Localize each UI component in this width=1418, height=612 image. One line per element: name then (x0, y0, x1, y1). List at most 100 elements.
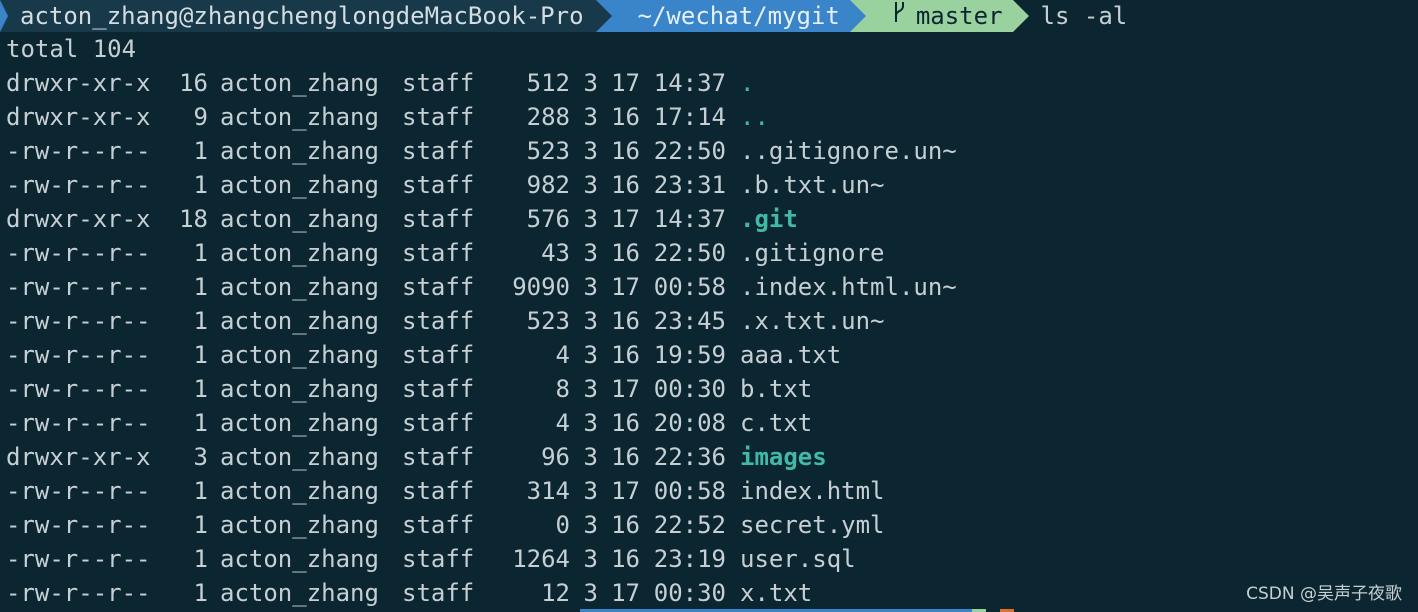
group-cell: staff (402, 375, 475, 403)
day-cell: 17 (611, 375, 640, 403)
prompt-user-host-segment: acton_zhang@zhangchenglongdeMacBook-Pro (0, 0, 596, 32)
month-cell: 3 (583, 103, 598, 131)
month-cell: 3 (583, 69, 598, 97)
group-cell: staff (402, 511, 475, 539)
listing-row: -rw-r--r-- 1 acton_zhang staff 8 3 17 00:30 b.tx… (6, 372, 1418, 406)
listing-row: -rw-r--r-- 1 acton_zhang staff 982 3 16 23:31 .b… (6, 168, 1418, 202)
month-cell: 3 (583, 409, 598, 437)
permission-cell: -rw-r--r-- (6, 511, 151, 539)
links-cell: 1 (193, 137, 208, 165)
filename-cell: images (740, 443, 827, 471)
month-cell: 3 (583, 443, 598, 471)
owner-cell: acton_zhang (220, 239, 379, 267)
command-text[interactable]: ls -al (1029, 0, 1128, 32)
size-cell: 4 (555, 341, 570, 369)
total-line: total 104 (6, 35, 137, 63)
day-cell: 17 (611, 69, 640, 97)
links-cell: 1 (193, 171, 208, 199)
day-cell: 16 (611, 443, 640, 471)
permission-cell: drwxr-xr-x (6, 443, 151, 471)
permission-cell: -rw-r--r-- (6, 137, 151, 165)
size-cell: 43 (541, 239, 570, 267)
size-cell: 12 (541, 579, 570, 607)
shell-prompt: acton_zhang@zhangchenglongdeMacBook-Pro … (0, 0, 1418, 32)
time-cell: 14:37 (653, 69, 726, 97)
listing-row: -rw-r--r-- 1 acton_zhang staff 4 3 16 20:08 c.tx… (6, 406, 1418, 440)
time-cell: 00:30 (653, 579, 726, 607)
links-cell: 1 (193, 511, 208, 539)
day-cell: 16 (611, 545, 640, 573)
size-cell: 96 (541, 443, 570, 471)
filename-cell: ..gitignore.un~ (740, 137, 957, 165)
listing-row: -rw-r--r-- 1 acton_zhang staff 0 3 16 22:52 secr… (6, 508, 1418, 542)
group-cell: staff (402, 205, 475, 233)
prompt-git-segment: master (865, 0, 1013, 32)
time-cell: 17:14 (653, 103, 726, 131)
permission-cell: -rw-r--r-- (6, 477, 151, 505)
filename-cell: .x.txt.un~ (740, 307, 885, 335)
prompt-separator (849, 0, 866, 32)
month-cell: 3 (583, 477, 598, 505)
permission-cell: drwxr-xr-x (6, 103, 151, 131)
listing-row: -rw-r--r-- 1 acton_zhang staff 9090 3 17 00:58.… (6, 270, 1418, 304)
filename-cell: b.txt (740, 375, 813, 403)
size-cell: 512 (526, 69, 570, 97)
owner-cell: acton_zhang (220, 511, 379, 539)
month-cell: 3 (583, 341, 598, 369)
prompt-path-segment: ~/wechat/mygit (611, 0, 850, 32)
day-cell: 16 (611, 341, 640, 369)
filename-cell: .. (740, 103, 769, 131)
permission-cell: -rw-r--r-- (6, 375, 151, 403)
group-cell: staff (402, 409, 475, 437)
group-cell: staff (402, 171, 475, 199)
time-cell: 23:31 (653, 171, 726, 199)
links-cell: 16 (179, 69, 208, 97)
prompt-path: ~/wechat/mygit (637, 2, 840, 30)
listing-row: drwxr-xr-x 9 acton_zhang staff 288 3 16 17:14.. (6, 100, 1418, 134)
month-cell: 3 (583, 171, 598, 199)
month-cell: 3 (583, 375, 598, 403)
terminal-window[interactable]: acton_zhang@zhangchenglongdeMacBook-Pro … (0, 0, 1418, 612)
group-cell: staff (402, 341, 475, 369)
permission-cell: -rw-r--r-- (6, 341, 151, 369)
owner-cell: acton_zhang (220, 341, 379, 369)
listing-row: -rw-r--r-- 1 acton_zhang staff 1264 3 16 23:19 u… (6, 542, 1418, 576)
day-cell: 17 (611, 477, 640, 505)
permission-cell: -rw-r--r-- (6, 409, 151, 437)
listing-row: drwxr-xr-x 16 acton_zhang staff 512 3 17 14:37. (6, 66, 1418, 100)
owner-cell: acton_zhang (220, 273, 379, 301)
size-cell: 4 (555, 409, 570, 437)
owner-cell: acton_zhang (220, 545, 379, 573)
filename-cell: secret.yml (740, 511, 885, 539)
links-cell: 1 (193, 341, 208, 369)
group-cell: staff (402, 273, 475, 301)
day-cell: 17 (611, 205, 640, 233)
month-cell: 3 (583, 137, 598, 165)
size-cell: 523 (526, 307, 570, 335)
time-cell: 23:45 (653, 307, 726, 335)
size-cell: 288 (526, 103, 570, 131)
permission-cell: -rw-r--r-- (6, 171, 151, 199)
time-cell: 00:30 (653, 375, 726, 403)
prompt-separator (1012, 0, 1029, 32)
time-cell: 22:52 (653, 511, 726, 539)
group-cell: staff (402, 137, 475, 165)
links-cell: 1 (193, 239, 208, 267)
permission-cell: -rw-r--r-- (6, 307, 151, 335)
listing-row: drwxr-xr-x 3 acton_zhang staff 96 3 16 22:36 ima… (6, 440, 1418, 474)
links-cell: 1 (193, 409, 208, 437)
time-cell: 00:58 (653, 273, 726, 301)
listing-row: drwxr-xr-x 18 acton_zhang staff 576 3 17 14:37.… (6, 202, 1418, 236)
size-cell: 523 (526, 137, 570, 165)
group-cell: staff (402, 239, 475, 267)
listing-row: -rw-r--r-- 1 acton_zhang staff 4 3 16 19:59 aaa.… (6, 338, 1418, 372)
prompt-branch: master (915, 2, 1003, 30)
owner-cell: acton_zhang (220, 137, 379, 165)
owner-cell: acton_zhang (220, 69, 379, 97)
links-cell: 1 (193, 545, 208, 573)
links-cell: 9 (193, 103, 208, 131)
day-cell: 16 (611, 103, 640, 131)
time-cell: 00:58 (653, 477, 726, 505)
file-listing: drwxr-xr-x 16 acton_zhang staff 512 3 17 14:37.… (6, 66, 1418, 610)
month-cell: 3 (583, 239, 598, 267)
